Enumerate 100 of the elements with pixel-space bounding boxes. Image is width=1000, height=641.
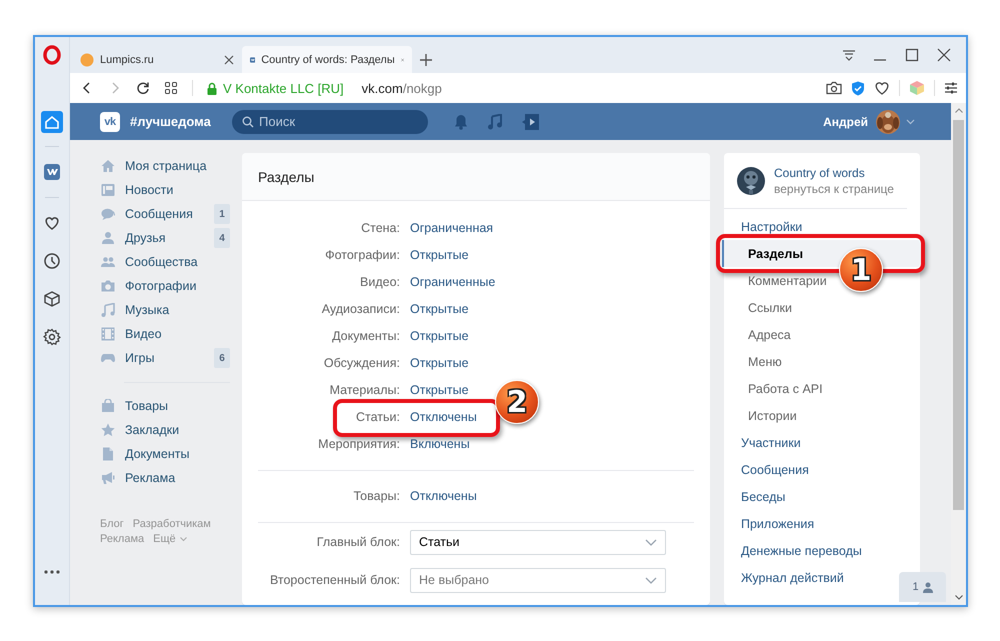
field-label: Статьи: <box>355 410 400 424</box>
nav-link[interactable]: Игры 6 <box>100 346 230 370</box>
site-button[interactable] <box>41 161 63 183</box>
settings-button[interactable] <box>41 326 63 348</box>
chevron-down-icon <box>645 538 657 546</box>
setting-link[interactable]: Отключены <box>410 488 477 502</box>
reload-icon[interactable] <box>136 81 150 95</box>
menu-item[interactable]: Истории <box>748 408 797 422</box>
site-icon <box>44 164 60 180</box>
clock-icon <box>43 252 61 270</box>
menu-item[interactable]: Ссылки <box>748 300 792 314</box>
field-label: Второстепенный блок: <box>268 573 400 587</box>
setting-link[interactable]: Открытые <box>410 382 469 396</box>
field-label: Аудиозаписи: <box>320 302 400 316</box>
nav-link[interactable]: Новости <box>100 178 230 202</box>
url-text[interactable]: vk.com/nokgp <box>362 80 442 96</box>
menu-item[interactable]: Приложения <box>741 516 814 530</box>
panel-title: Разделы <box>242 153 710 201</box>
document-icon <box>101 447 115 461</box>
menu-item[interactable]: Денежные переводы <box>741 544 862 558</box>
shield-icon[interactable] <box>851 80 865 96</box>
chevron-down-icon <box>645 576 657 584</box>
online-friends-button[interactable]: 1 <box>899 572 946 602</box>
community-name[interactable]: Country of words <box>774 166 894 180</box>
close-icon[interactable] <box>936 47 952 63</box>
step-number-badge: 2 <box>495 380 539 424</box>
dropdown[interactable]: Статьи <box>410 530 666 554</box>
home-icon <box>101 159 115 173</box>
scrollbar-thumb[interactable] <box>953 120 964 510</box>
menu-item[interactable]: Разделы <box>748 246 803 260</box>
browser-tab[interactable]: Country of words: Разделы <box>242 46 412 73</box>
back-link[interactable]: вернуться к странице <box>774 182 894 196</box>
logo[interactable]: vk <box>100 112 120 132</box>
camera-icon[interactable] <box>826 81 842 95</box>
setting-link[interactable]: Открытые <box>410 248 469 262</box>
people-icon <box>101 255 115 269</box>
field-label: Мероприятия: <box>317 436 400 450</box>
play-icon[interactable] <box>522 112 540 130</box>
count-badge: 1 <box>214 204 230 224</box>
more-icon[interactable] <box>44 570 60 574</box>
menu-item[interactable]: Адреса <box>748 328 791 342</box>
nav-link[interactable]: Сообщения 1 <box>100 202 230 226</box>
menu-item[interactable]: Участники <box>741 436 801 450</box>
menu-item[interactable]: Настройки <box>741 220 802 234</box>
megaphone-icon <box>101 471 115 485</box>
field-label: Видео: <box>359 274 400 288</box>
chat-icon <box>101 207 115 221</box>
nav-link[interactable]: Закладки <box>100 418 230 442</box>
grid-icon[interactable] <box>164 81 178 95</box>
film-icon <box>101 327 115 341</box>
menu-item[interactable]: Работа с API <box>748 382 823 396</box>
menu-item[interactable]: Меню <box>748 354 782 368</box>
menu-item[interactable]: Комментарии <box>748 274 827 288</box>
star-icon <box>101 423 115 437</box>
close-icon[interactable] <box>224 54 234 64</box>
brand-name[interactable]: #лучшедома <box>130 114 232 129</box>
newspaper-icon <box>101 183 115 197</box>
camera-icon <box>101 279 115 293</box>
setting-link[interactable]: Отключены <box>410 410 477 424</box>
gamepad-icon <box>101 351 115 365</box>
setting-link[interactable]: Включены <box>410 436 470 450</box>
field-label: Обсуждения: <box>322 356 400 370</box>
nav-link[interactable]: Реклама <box>100 466 230 490</box>
tab-menu-icon[interactable] <box>842 49 856 61</box>
music-note-icon <box>101 303 115 317</box>
heart-icon[interactable] <box>874 81 890 95</box>
setting-link[interactable]: Открытые <box>410 356 469 370</box>
browser-logo-icon <box>43 45 61 65</box>
user-name[interactable]: Андрей <box>823 114 868 128</box>
home-button[interactable] <box>41 110 63 132</box>
nav-link[interactable]: Товары <box>100 394 230 418</box>
setting-link[interactable]: Ограниченная <box>410 220 494 234</box>
scroll-up-icon[interactable] <box>954 108 962 113</box>
search-field[interactable]: Поиск <box>232 110 428 134</box>
field-label: Главный блок: <box>316 535 400 549</box>
settings-sliders-icon[interactable] <box>944 81 958 95</box>
dropdown[interactable]: Не выбрано <box>410 568 666 592</box>
setting-link[interactable]: Открытые <box>410 302 469 316</box>
heart-icon <box>43 214 61 232</box>
nav-link[interactable]: Моя страница <box>100 154 230 178</box>
browser-tab[interactable]: Lumpics.ru <box>72 46 242 73</box>
nav-link[interactable]: Сообщества <box>100 250 230 274</box>
new-tab-icon[interactable] <box>420 54 432 66</box>
lock-icon <box>207 82 217 94</box>
menu-item[interactable]: Журнал действий <box>741 570 844 584</box>
menu-item[interactable]: Сообщения <box>741 462 809 476</box>
setting-link[interactable]: Открытые <box>410 328 469 342</box>
nav-link[interactable]: Документы <box>100 442 230 466</box>
nav-link[interactable]: Видео <box>100 322 230 346</box>
cube-icon <box>43 290 61 308</box>
person-icon <box>922 582 933 592</box>
nav-link[interactable]: Фотографии <box>100 274 230 298</box>
scroll-down-icon[interactable] <box>954 595 962 600</box>
field-label: Товары: <box>352 488 400 502</box>
site-icon <box>80 52 94 66</box>
maximize-icon[interactable] <box>904 47 920 63</box>
menu-item[interactable]: Беседы <box>741 490 786 504</box>
nav-link[interactable]: Друзья 4 <box>100 226 230 250</box>
setting-link[interactable]: Ограниченные <box>410 274 496 288</box>
nav-link[interactable]: Музыка <box>100 298 230 322</box>
